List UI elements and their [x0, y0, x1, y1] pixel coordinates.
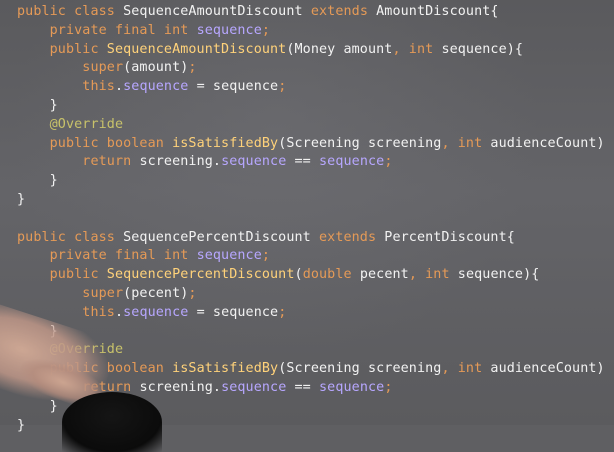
code-token: }	[17, 192, 26, 207]
code-token: sequence	[221, 380, 287, 395]
code-token: sequence	[319, 380, 385, 395]
code-token: (pecent)	[123, 286, 189, 301]
code-line: private final int sequence;	[17, 247, 270, 265]
code-line: return screening.sequence == sequence;	[17, 153, 392, 171]
code-token: ;	[261, 22, 271, 38]
code-line: }	[17, 97, 58, 115]
code-token: (Screening screening	[278, 361, 442, 377]
code-token: SequenceAmountDiscount	[123, 4, 311, 19]
code-line: public boolean isSatisfiedBy(Screening s…	[17, 135, 614, 153]
code-line: }	[17, 417, 25, 435]
code-line: }	[17, 191, 25, 209]
code-token: SequencePercentDiscount	[106, 267, 295, 283]
code-token: SequencePercentDiscount	[123, 229, 319, 245]
code-token: ,	[441, 135, 458, 151]
code-line: super(amount);	[17, 59, 197, 77]
code-token: }	[17, 98, 58, 113]
code-token: audienceCount) {	[490, 135, 614, 151]
code-line: super(pecent);	[17, 285, 197, 303]
code-token: extends	[310, 4, 377, 19]
code-token: = sequence	[188, 304, 279, 320]
code-token: isSatisfiedBy	[172, 135, 279, 151]
code-token: ,	[441, 361, 458, 377]
code-token: (amount)	[123, 60, 189, 76]
code-line: public class SequenceAmountDiscount exte…	[17, 3, 499, 21]
code-token: @Override	[17, 116, 124, 132]
audience-head	[62, 392, 162, 452]
code-token: sequence	[319, 154, 385, 170]
code-token: ;	[188, 60, 197, 76]
code-token: super	[17, 60, 124, 76]
code-token: }	[17, 417, 26, 433]
code-token: sequence	[221, 154, 287, 170]
code-token: this	[17, 79, 115, 95]
code-token: ;	[261, 248, 271, 264]
code-token: sequence	[196, 22, 262, 38]
code-token: public boolean	[17, 135, 173, 151]
code-token: public class	[17, 4, 124, 19]
code-token: (Money amount	[286, 41, 393, 57]
code-token: private final int	[17, 248, 197, 264]
code-token: sequence){	[457, 267, 540, 283]
code-token: ;	[384, 154, 393, 170]
code-token: int	[408, 41, 442, 57]
code-token: .	[114, 79, 124, 95]
code-token: extends	[319, 229, 385, 245]
code-token: super	[17, 286, 124, 301]
code-line: }	[17, 172, 58, 190]
code-token: pecent	[359, 267, 409, 283]
code-token: public	[17, 267, 107, 283]
code-token: (	[294, 267, 303, 283]
code-token: double	[302, 267, 360, 283]
code-token: public	[17, 41, 107, 57]
code-token: ==	[286, 380, 320, 395]
code-token: PercentDiscount{	[384, 229, 515, 245]
code-token: isSatisfiedBy	[172, 361, 279, 377]
code-token: ==	[286, 154, 320, 170]
code-token: sequence	[123, 79, 189, 95]
code-token: .	[114, 304, 124, 320]
code-token: (Screening screening	[278, 135, 442, 151]
code-token: SequenceAmountDiscount	[106, 41, 287, 57]
code-line: private final int sequence;	[17, 22, 270, 40]
code-token: screening.	[139, 154, 222, 170]
code-token: = sequence	[188, 79, 279, 95]
code-token: ;	[384, 380, 393, 395]
code-token: private final int	[17, 22, 197, 38]
code-line: @Override	[17, 116, 123, 134]
code-line: public SequencePercentDiscount(double pe…	[17, 266, 540, 284]
code-token: sequence){	[441, 41, 524, 57]
code-token: ,	[408, 267, 426, 283]
code-token: ;	[188, 286, 197, 301]
code-line: this.sequence = sequence;	[17, 78, 286, 96]
code-token: screening.	[139, 380, 222, 395]
code-line: this.sequence = sequence;	[17, 304, 286, 322]
code-token: audienceCount) {	[490, 361, 614, 377]
code-token: int	[457, 361, 491, 377]
code-token: int	[457, 135, 491, 151]
code-token: ;	[278, 304, 287, 320]
code-token: int	[425, 267, 458, 283]
code-line: public class SequencePercentDiscount ext…	[17, 229, 515, 247]
code-token: ,	[392, 41, 409, 57]
code-token: public class	[17, 229, 124, 245]
code-token: return	[17, 154, 140, 170]
code-line: public SequenceAmountDiscount(Money amou…	[17, 41, 523, 59]
code-token: ;	[278, 79, 287, 95]
code-token: AmountDiscount{	[376, 4, 499, 19]
code-token: }	[17, 173, 58, 189]
code-token: sequence	[196, 248, 262, 264]
code-token: sequence	[123, 304, 189, 320]
